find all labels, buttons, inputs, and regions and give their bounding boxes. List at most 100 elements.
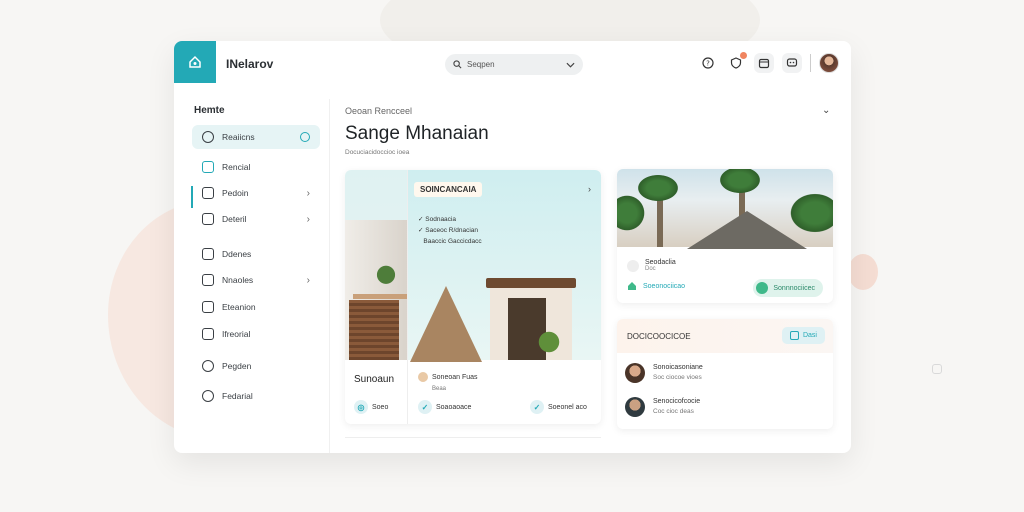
chevron-down-icon (566, 62, 575, 68)
sidebar-item-label: Fedarial (222, 391, 253, 401)
calendar-button[interactable] (754, 53, 774, 73)
mail-icon (202, 301, 214, 313)
bag-icon (202, 328, 214, 340)
contact-sub: Soc ciocoe vioes (653, 374, 702, 381)
contacts-header: DOCICOOCICOE Dasi (617, 319, 833, 353)
chevron-right-icon: › (306, 213, 310, 225)
featured-card[interactable]: SOINCANCAIA › ✓ Sodnaacia ✓ Saceoc R/dna… (345, 170, 601, 424)
property-sub: Doc (645, 266, 656, 272)
message-icon (786, 58, 798, 67)
sidebar-item-pedoin[interactable]: Pedoin › (192, 181, 320, 205)
sidebar-item-fedarial[interactable]: Fedarial (192, 384, 320, 408)
sidebar-item-label: Rencial (222, 162, 251, 172)
page-title: Sange Mhanaian (345, 123, 489, 144)
user-icon (418, 372, 428, 383)
calendar-icon (758, 58, 770, 69)
check-icon: ✓ (418, 400, 432, 414)
location-label: Soeonociicao (643, 282, 686, 290)
action-pill[interactable]: ✓ Soeonel aco (530, 400, 587, 414)
palm-house-image (617, 169, 833, 249)
page-meta: Docuciacidoccioc ioea (345, 149, 410, 156)
property-name: Seodaclia (645, 259, 676, 266)
header-divider (810, 54, 811, 72)
home-icon (628, 282, 636, 290)
check-item: Sodnaacia (425, 216, 456, 223)
document-icon (202, 187, 214, 199)
list-icon (202, 274, 214, 286)
sidebar-title: Hemte (194, 105, 225, 116)
property-card[interactable]: Seodaclia Doc Soeonociicao Sonnnociicec (617, 169, 833, 303)
sidebar: Hemte Reaiicns Rencial Pedoin › Deteril … (174, 99, 330, 453)
search-input[interactable]: Seqpen (467, 60, 561, 69)
checkbox-icon (202, 213, 214, 225)
chevron-down-icon[interactable]: ⌄ (822, 105, 830, 116)
search-icon (453, 60, 462, 69)
sidebar-item-label: Nnaoles (222, 275, 254, 285)
sidebar-item-reaiicns[interactable]: Reaiicns (192, 125, 320, 149)
card-info: Soneoan Fuas Beaa (418, 372, 478, 395)
action-pill[interactable]: ◎ Soeo (354, 400, 388, 414)
toggle-indicator[interactable] (300, 132, 310, 142)
action-pill[interactable]: ✓ Soaoaoace (418, 400, 471, 414)
property-info: Seodaclia Doc (627, 259, 676, 272)
contact-name: Senocicofcocie (653, 398, 701, 405)
contact-row[interactable]: Senocicofcocie Coc cioc deas (625, 397, 700, 417)
contacts-title: DOCICOOCICOE (627, 332, 691, 341)
divider (345, 437, 601, 438)
notification-badge (740, 52, 747, 59)
notifications-button[interactable] (726, 52, 747, 73)
svg-text:?: ? (706, 60, 710, 68)
brand-name: INelarov (226, 57, 274, 71)
pill-label: Soeo (372, 403, 389, 411)
sidebar-item-pegden[interactable]: Pegden (192, 354, 320, 378)
globe-icon (202, 390, 214, 402)
settings-icon: ◎ (354, 400, 368, 414)
avatar (627, 259, 639, 272)
sidebar-item-ifreorial[interactable]: Ifreorial (192, 322, 320, 346)
contacts-action-button[interactable]: Dasi (781, 327, 825, 344)
help-button[interactable]: ? (698, 53, 718, 73)
chevron-right-icon: › (306, 187, 310, 199)
card-tag: SOINCANCAIA (414, 182, 483, 197)
sidebar-item-label: Pedoin (222, 188, 249, 198)
contact-sub: Coc cioc deas (653, 408, 694, 415)
chevron-right-icon[interactable]: › (588, 184, 591, 194)
search-bar[interactable]: Seqpen (445, 54, 583, 75)
user-avatar[interactable] (819, 53, 839, 73)
logo[interactable] (174, 41, 216, 83)
status-icon (756, 282, 769, 294)
button-label: Dasi (802, 332, 817, 339)
add-icon (789, 331, 799, 340)
chat-icon (202, 131, 214, 143)
pill-label: Soeonel aco (548, 403, 587, 411)
sidebar-item-label: Ifreorial (222, 329, 251, 339)
contacts-card: DOCICOOCICOE Dasi Sonoicasoniane Soc cioc… (617, 319, 833, 429)
info-sub: Beaa (432, 386, 447, 392)
contact-row[interactable]: Sonoicasoniane Soc ciocoe vioes (625, 363, 703, 383)
sidebar-item-label: Deteril (222, 214, 247, 224)
home-icon (189, 55, 201, 68)
app-window: INelarov Seqpen ? Hemte Reaiicns Rencial… (174, 41, 851, 453)
contact-name: Sonoicasoniane (653, 364, 703, 371)
status-label: Sonnnociicec (773, 284, 815, 292)
sidebar-item-label: Eteanion (222, 302, 256, 312)
shield-icon (730, 57, 742, 69)
info-name: Soneoan Fuas (432, 374, 478, 381)
sidebar-item-ddenes[interactable]: Ddenes (192, 242, 320, 266)
status-pill[interactable]: Sonnnociicec (753, 279, 823, 297)
sidebar-item-nnaoles[interactable]: Nnaoles › (192, 268, 320, 292)
check-item: Saceoc R/dnacian (425, 227, 479, 234)
page-subtitle: Oeoan Rencceel (345, 106, 413, 116)
check-icon: ✓ (530, 400, 544, 414)
sidebar-item-deteril[interactable]: Deteril › (192, 207, 320, 231)
house-image-left (345, 170, 407, 360)
sidebar-item-rencial[interactable]: Rencial (192, 155, 320, 179)
sidebar-item-eteanion[interactable]: Eteanion (192, 295, 320, 319)
sidebar-item-label: Ddenes (222, 249, 252, 259)
messages-button[interactable] (782, 53, 802, 73)
card-title: Sunoaun (354, 374, 395, 385)
avatar (625, 363, 645, 383)
folder-icon (202, 248, 214, 260)
pill-label: Soaoaoace (436, 403, 472, 411)
featured-panel: SOINCANCAIA › ✓ Sodnaacia ✓ Saceoc R/dna… (407, 170, 601, 424)
